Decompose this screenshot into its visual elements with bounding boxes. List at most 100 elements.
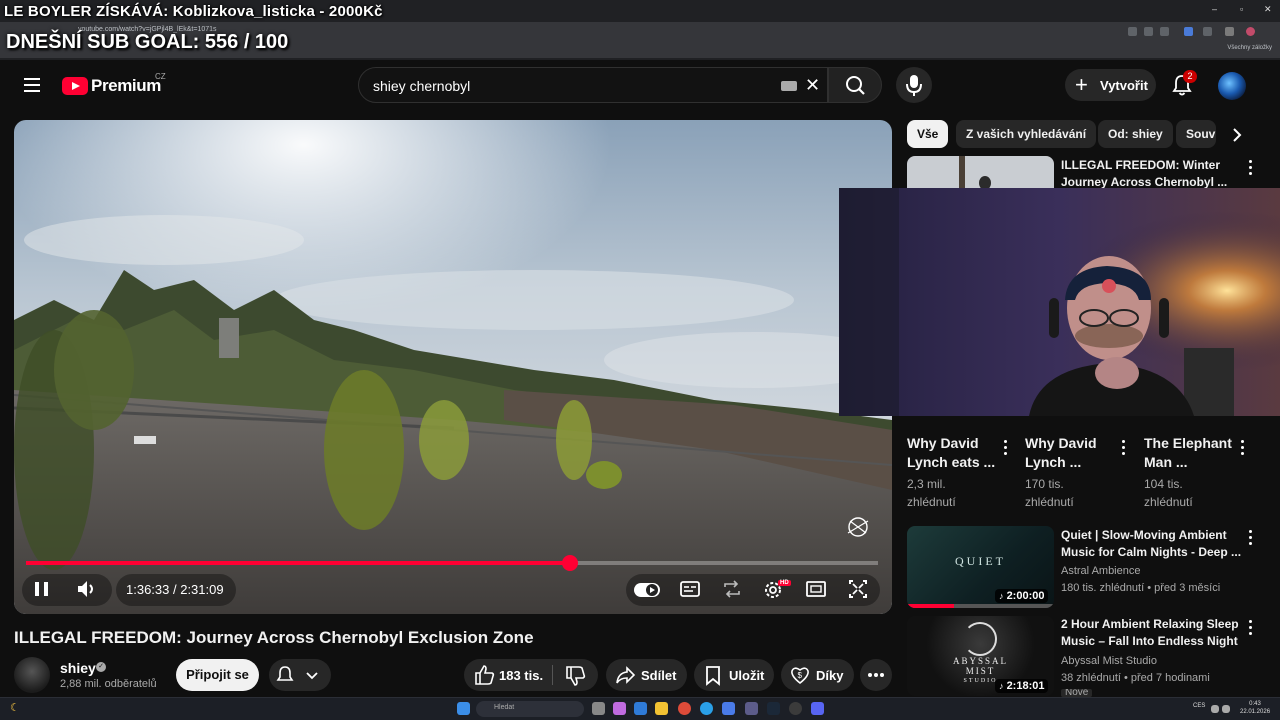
teams-icon[interactable] xyxy=(634,702,647,715)
progress-scrubber[interactable] xyxy=(561,555,578,571)
chevron-right-icon[interactable] xyxy=(1224,122,1250,148)
search-query[interactable]: shiey chernobyl xyxy=(373,78,470,94)
minimize-window-icon[interactable]: – xyxy=(1212,4,1217,14)
subscriber-count: 2,88 mil. odběratelů xyxy=(60,678,157,690)
maximize-window-icon[interactable]: ▫ xyxy=(1240,4,1243,14)
video-player[interactable] xyxy=(14,120,892,614)
recommended-title-2-line2: Music for Calm Nights - Deep ... xyxy=(1061,545,1242,559)
fullscreen-icon[interactable] xyxy=(846,575,870,603)
short-views-3: 104 tis. zhlédnutí xyxy=(1144,475,1193,511)
progress-bar[interactable] xyxy=(26,555,878,571)
pause-icon[interactable] xyxy=(30,575,54,603)
webcam-image xyxy=(839,188,1280,416)
discord-icon[interactable] xyxy=(811,702,824,715)
channel-avatar[interactable] xyxy=(14,657,50,693)
chip-from-channel[interactable]: Od: shiey xyxy=(1098,120,1173,148)
obs-icon[interactable] xyxy=(789,702,802,715)
recommended-title-3-line1: 2 Hour Ambient Relaxing Sleep xyxy=(1061,617,1239,631)
subscription-notifications-button[interactable] xyxy=(269,659,331,691)
total-duration: 2:31:09 xyxy=(180,582,224,597)
short-title-2[interactable]: Why David Lynch ... xyxy=(1025,434,1097,472)
recommended-meta-3: 38 zhlédnutí • před 7 hodinami xyxy=(1061,672,1210,684)
search-button[interactable] xyxy=(828,67,882,103)
music-note-icon-2: ♪ xyxy=(999,681,1004,691)
sidepanel-icon[interactable] xyxy=(1225,27,1234,36)
video-duration-2-text: 2:00:00 xyxy=(1006,590,1045,602)
short-2-more-icon[interactable] xyxy=(1122,440,1126,458)
widgets-icon[interactable] xyxy=(613,702,626,715)
short-title-1[interactable]: Why David Lynch eats ... xyxy=(907,434,995,472)
hd-badge: HD xyxy=(778,580,791,586)
language-indicator[interactable]: CES xyxy=(1193,703,1205,709)
short-title-3-line2: Man ... xyxy=(1144,454,1188,470)
clear-search-icon[interactable]: ✕ xyxy=(805,75,820,96)
recommended-channel-2[interactable]: Astral Ambience xyxy=(1061,564,1140,579)
theater-mode-icon[interactable] xyxy=(804,575,828,603)
speaker-icon[interactable] xyxy=(1222,705,1230,713)
windows-start-icon[interactable] xyxy=(457,702,470,715)
recommended-title-1[interactable]: ILLEGAL FREEDOM: Winter Journey Across C… xyxy=(1061,157,1227,191)
all-bookmarks-link[interactable]: Všechny záložky xyxy=(1227,45,1272,51)
file-explorer-icon[interactable] xyxy=(655,702,668,715)
plus-icon: + xyxy=(1075,72,1088,97)
short-views-3-line2: zhlédnutí xyxy=(1144,495,1193,509)
cast-icon[interactable] xyxy=(1144,27,1153,36)
extensions-puzzle-icon[interactable] xyxy=(1203,27,1212,36)
loop-icon[interactable] xyxy=(720,575,744,603)
chip-all[interactable]: Vše xyxy=(907,120,949,148)
network-icon[interactable] xyxy=(1211,705,1219,713)
close-window-icon[interactable]: ✕ xyxy=(1264,4,1272,15)
video-title: ILLEGAL FREEDOM: Journey Across Chernoby… xyxy=(14,628,534,647)
search-input[interactable]: shiey chernobyl ✕ xyxy=(358,67,828,103)
thumbnail-text-abyssal-1: ABYSSAL xyxy=(952,656,1008,666)
like-icon[interactable] xyxy=(473,663,495,687)
subtitles-icon[interactable] xyxy=(678,575,702,603)
recommended-title-3[interactable]: 2 Hour Ambient Relaxing Sleep Music – Fa… xyxy=(1061,616,1239,650)
microphone-icon xyxy=(906,75,922,96)
chip-from-searches[interactable]: Z vašich vyhledávání xyxy=(956,120,1097,148)
chip-related[interactable]: Souv xyxy=(1176,120,1216,148)
zoom-icon[interactable] xyxy=(1128,27,1137,36)
menu-icon[interactable] xyxy=(20,74,44,98)
short-title-3[interactable]: The Elephant Man ... xyxy=(1144,434,1232,472)
progress-played xyxy=(26,561,570,565)
short-3-more-icon[interactable] xyxy=(1241,440,1245,458)
thumbnail-text-quiet: QUIET xyxy=(955,554,1006,568)
more-horizontal-icon xyxy=(868,673,884,677)
more-vertical-icon[interactable] xyxy=(1249,160,1253,178)
recommended-2-more-icon[interactable] xyxy=(1249,530,1253,548)
steam-icon[interactable] xyxy=(767,702,780,715)
like-count[interactable]: 183 tis. xyxy=(499,668,543,683)
channel-name[interactable]: shiey xyxy=(60,660,96,676)
app-icon-2[interactable] xyxy=(745,702,758,715)
task-view-icon[interactable] xyxy=(592,702,605,715)
recommended-3-more-icon[interactable] xyxy=(1249,620,1253,638)
short-title-1-line1: Why David xyxy=(907,435,979,451)
current-time: 1:36:33 xyxy=(126,582,170,597)
account-avatar[interactable] xyxy=(1218,72,1246,100)
dislike-icon[interactable] xyxy=(564,664,586,688)
short-1-more-icon[interactable] xyxy=(1004,440,1008,458)
moon-icon xyxy=(963,622,997,656)
edge-icon[interactable] xyxy=(700,702,713,715)
extension-icon[interactable] xyxy=(1184,27,1193,36)
taskbar-search-input[interactable]: Hledat xyxy=(476,701,584,717)
app-icon-1[interactable] xyxy=(722,702,735,715)
volume-icon[interactable] xyxy=(74,575,98,603)
autoplay-toggle[interactable] xyxy=(633,579,661,607)
weather-moon-icon[interactable]: ☾ xyxy=(10,701,20,714)
video-frame[interactable] xyxy=(14,120,892,614)
taskbar-clock[interactable]: 0:43 22.01.2026 xyxy=(1240,700,1270,716)
recommended-channel-3[interactable]: Abyssal Mist Studio xyxy=(1061,654,1157,669)
chrome-icon[interactable] xyxy=(678,702,691,715)
youtube-header: Premium CZ shiey chernobyl ✕ + Vytvořit xyxy=(0,60,1280,112)
create-button[interactable]: + Vytvořit xyxy=(1065,69,1156,101)
bookmark-star-icon[interactable] xyxy=(1160,27,1169,36)
keyboard-icon[interactable] xyxy=(781,81,797,91)
join-button[interactable]: Připojit se xyxy=(176,659,259,691)
short-title-3-line1: The Elephant xyxy=(1144,435,1232,451)
profile-icon[interactable] xyxy=(1246,27,1255,36)
recommended-title-2[interactable]: Quiet | Slow-Moving Ambient Music for Ca… xyxy=(1061,527,1241,561)
voice-search-button[interactable] xyxy=(896,67,932,103)
notifications-button[interactable]: 2 xyxy=(1170,70,1197,97)
